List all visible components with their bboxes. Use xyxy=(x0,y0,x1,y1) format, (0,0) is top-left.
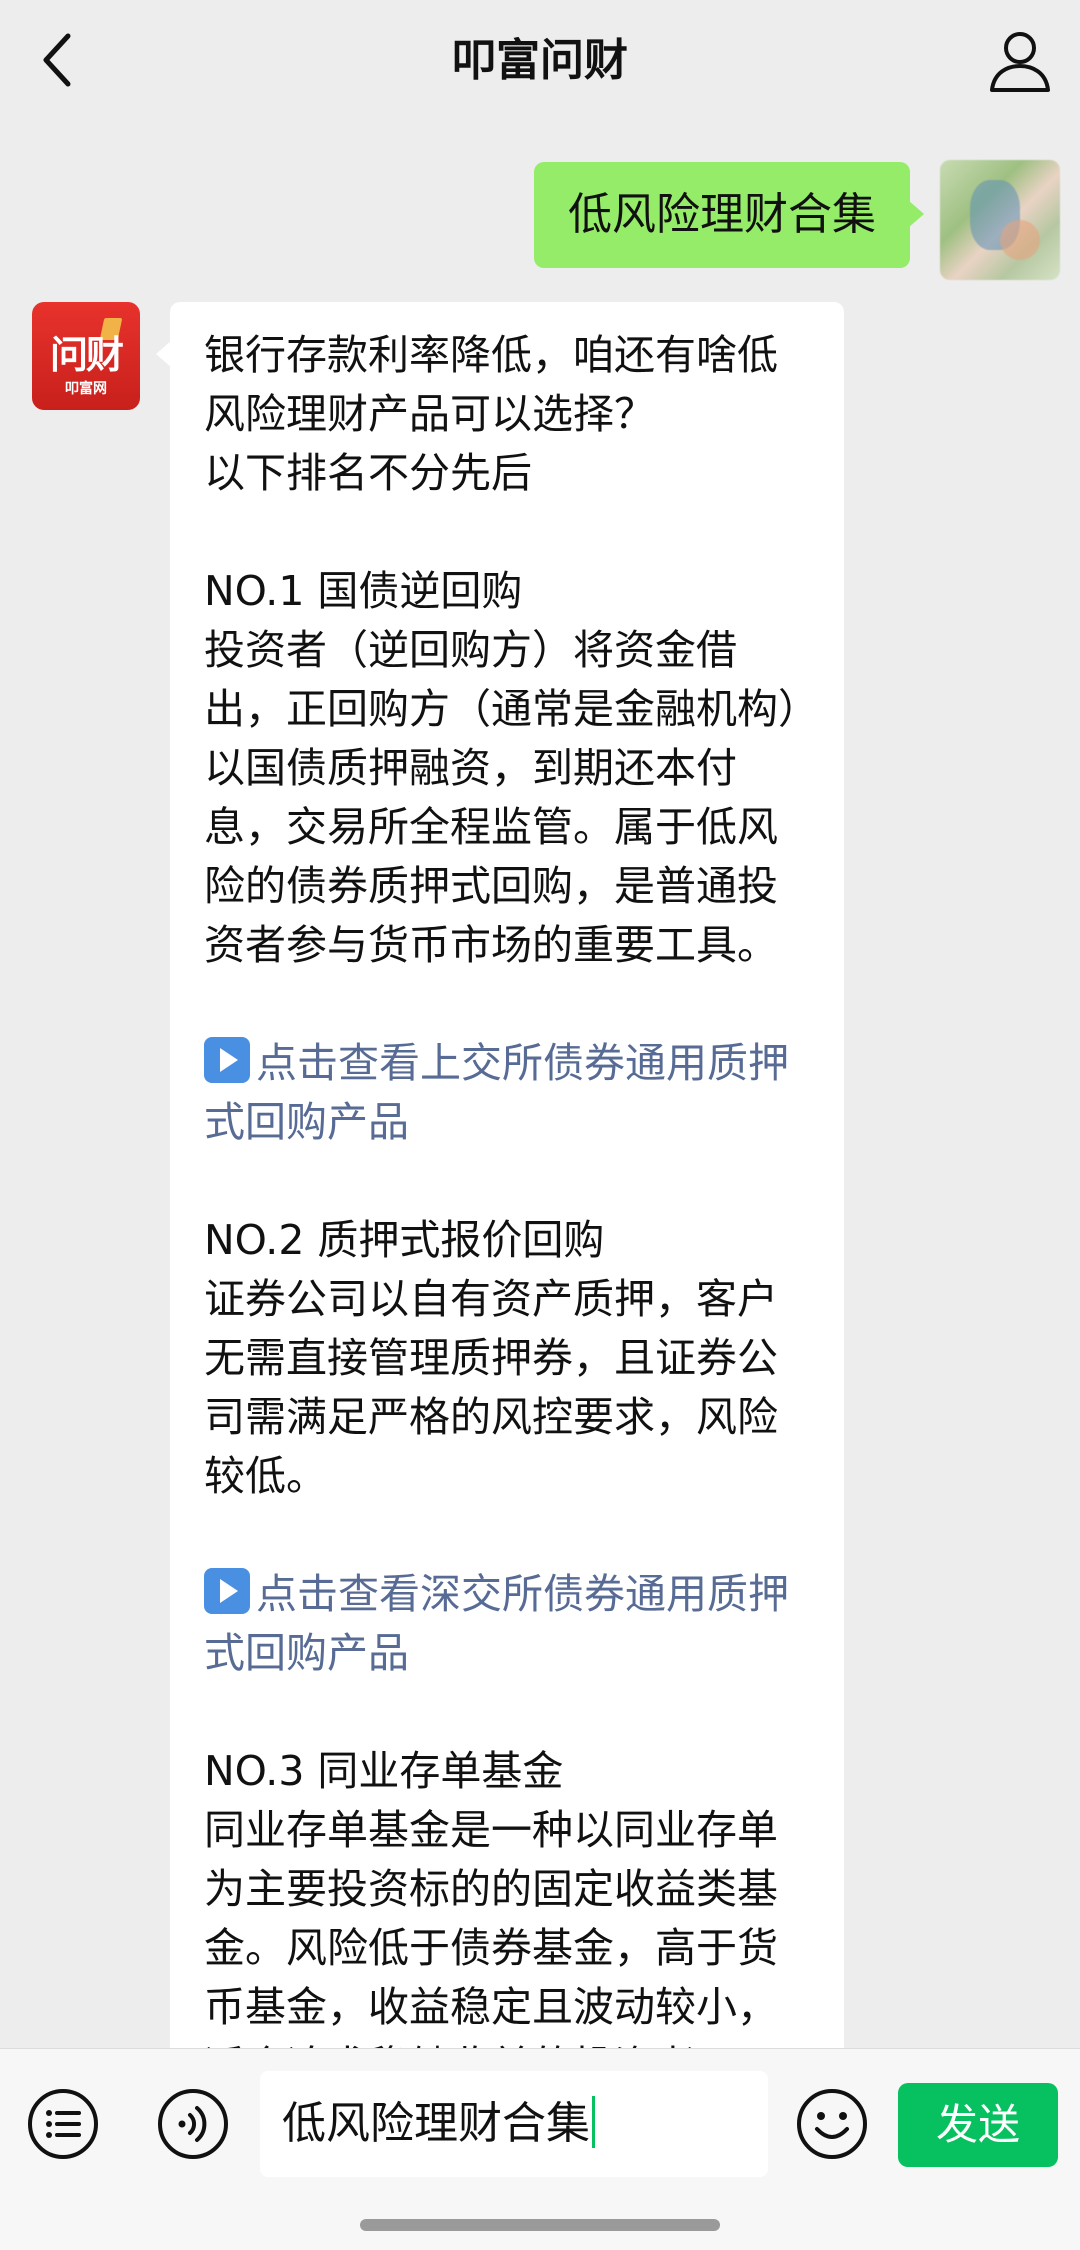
item-title-2: NO.2 质押式报价回购 xyxy=(204,1216,605,1264)
item-title-3: NO.3 同业存单基金 xyxy=(204,1747,564,1795)
emoji-button[interactable] xyxy=(795,2087,869,2161)
chevron-left-icon xyxy=(43,33,71,87)
input-bar: 低风险理财合集 发送 xyxy=(0,2048,1080,2250)
outgoing-message-text: 低风险理财合集 xyxy=(568,189,876,240)
item-body-2: 证券公司以自有资产质押，客户无需直接管理质押券，且证券公司需满足严格的风控要求，… xyxy=(204,1275,778,1500)
link-text-2: 点击查看深交所债券通用质押式回购产品 xyxy=(204,1570,789,1677)
voice-button[interactable] xyxy=(156,2087,230,2161)
incoming-message-bubble[interactable]: 银行存款利率降低，咱还有啥低风险理财产品可以选择？ 以下排名不分先后 NO.1 … xyxy=(156,302,844,2048)
profile-button[interactable] xyxy=(982,24,1058,100)
message-intro: 银行存款利率降低，咱还有啥低风险理财产品可以选择？ 以下排名不分先后 xyxy=(204,331,778,497)
chat-area[interactable]: 低风险理财合集 问财 叩富网 银行存款利率降低，咱还有啥低风险理财产品可以选择？… xyxy=(0,122,1080,2048)
bot-logo-text: 问财 xyxy=(49,333,124,377)
item-body-3: 同业存单基金是一种以同业存单为主要投资标的的固定收益类基金。风险低于债券基金，高… xyxy=(204,1806,778,2048)
outgoing-message-bubble[interactable]: 低风险理财合集 xyxy=(534,162,924,268)
item-title-1: NO.1 国债逆回购 xyxy=(204,567,523,615)
bot-avatar[interactable]: 问财 叩富网 xyxy=(32,302,140,410)
message-input[interactable]: 低风险理财合集 xyxy=(260,2071,768,2177)
message-input-value: 低风险理财合集 xyxy=(282,2098,590,2149)
top-nav-bar: 叩富问财 xyxy=(0,0,1080,122)
text-cursor xyxy=(592,2096,595,2148)
user-avatar[interactable] xyxy=(940,160,1060,280)
voice-icon xyxy=(158,2089,228,2159)
send-button[interactable]: 发送 xyxy=(898,2083,1058,2167)
emoji-icon xyxy=(797,2089,867,2159)
play-icon xyxy=(204,1568,250,1614)
link-shanghai-repo[interactable]: 点击查看上交所债券通用质押式回购产品 xyxy=(204,1034,810,1152)
link-text-1: 点击查看上交所债券通用质押式回购产品 xyxy=(204,1039,789,1146)
list-menu-icon xyxy=(28,2089,98,2159)
item-body-1: 投资者（逆回购方）将资金借出，正回购方（通常是金融机构）以国债质押融资，到期还本… xyxy=(204,626,799,969)
menu-button[interactable] xyxy=(26,2087,100,2161)
home-indicator[interactable] xyxy=(360,2219,720,2231)
back-button[interactable] xyxy=(28,22,88,98)
page-title: 叩富问财 xyxy=(452,35,628,86)
bot-logo-subtext: 叩富网 xyxy=(65,381,107,397)
play-icon xyxy=(204,1037,250,1083)
link-shenzhen-repo[interactable]: 点击查看深交所债券通用质押式回购产品 xyxy=(204,1565,810,1683)
user-icon xyxy=(990,32,1050,92)
